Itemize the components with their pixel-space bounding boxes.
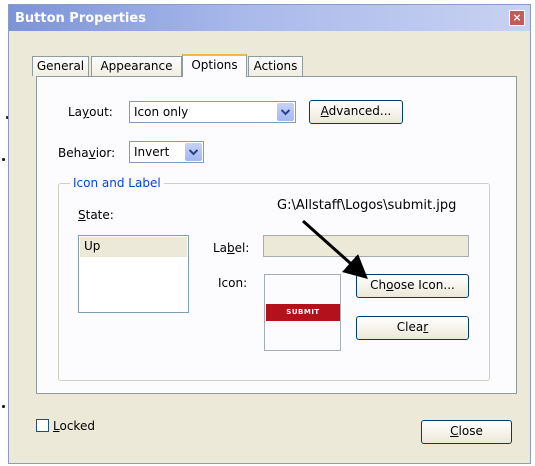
annotation-arrow (302, 219, 368, 279)
tab-options[interactable]: Options (182, 54, 247, 77)
locked-label: Locked (53, 419, 95, 433)
locked-checkbox[interactable] (36, 419, 49, 432)
close-button[interactable]: Close (421, 420, 512, 444)
